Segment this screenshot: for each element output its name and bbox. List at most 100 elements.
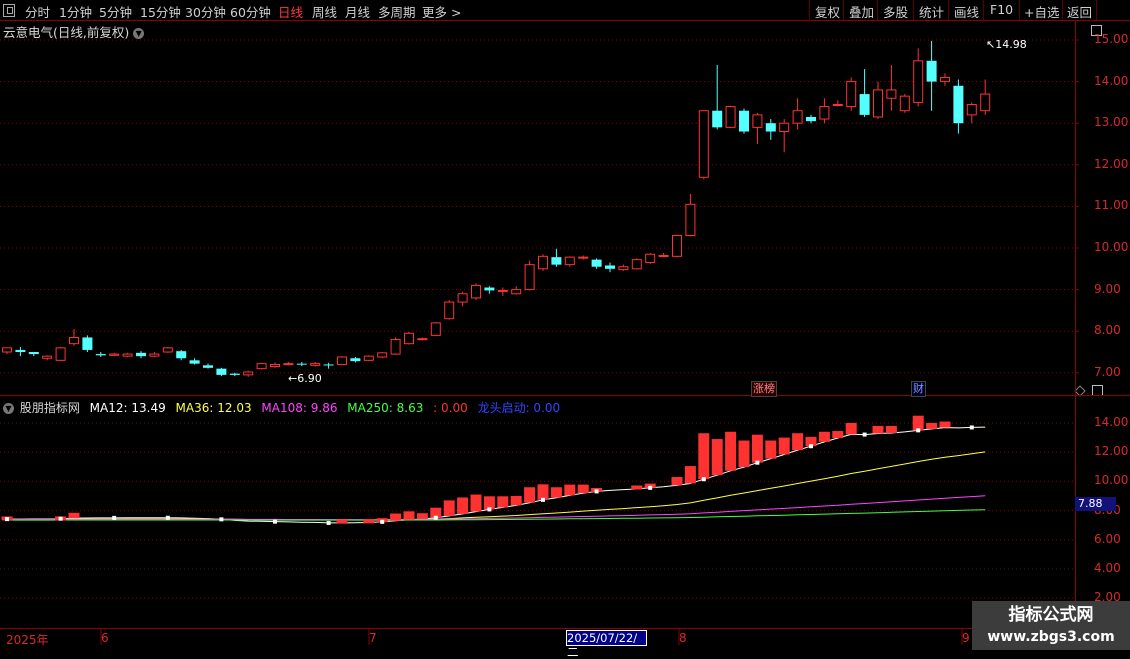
watermark: 指标公式网 www.zbgs3.com	[972, 601, 1130, 650]
candle-body	[82, 337, 93, 350]
candle	[471, 283, 481, 300]
candle-body	[980, 93, 991, 112]
candle	[122, 352, 133, 357]
signal-bar	[684, 466, 696, 484]
candle	[511, 286, 522, 295]
candle-body	[189, 360, 200, 364]
candle	[980, 79, 991, 115]
signal-bar	[390, 513, 402, 521]
price-tick-label: 13.00	[1094, 115, 1129, 130]
candle	[109, 352, 120, 357]
candle-body	[457, 293, 468, 303]
candle	[189, 358, 200, 365]
candle	[69, 329, 79, 346]
candle-body	[283, 363, 294, 366]
indicator-name[interactable]: 股朋指标网	[20, 401, 80, 415]
candle-body	[926, 60, 937, 82]
indicator-tick-label: 4.00	[1094, 561, 1121, 575]
candle	[497, 287, 508, 296]
candle	[940, 73, 950, 86]
candle-body	[792, 110, 803, 124]
candle-body	[578, 256, 589, 259]
candle	[524, 260, 535, 291]
candle-body	[296, 363, 307, 365]
candle	[229, 372, 240, 377]
candle-body	[524, 264, 535, 291]
ma12-dot	[809, 444, 813, 449]
finance-badge[interactable]: 财	[911, 381, 926, 397]
candle-body	[270, 363, 280, 368]
ma12-line	[6, 426, 986, 524]
candle-body	[886, 89, 897, 99]
candle-body	[149, 353, 160, 357]
signal-bar	[470, 494, 482, 512]
candle-body	[337, 356, 347, 365]
dragon-start-value: 龙头启动: 0.00	[477, 401, 561, 415]
candle-body	[591, 259, 602, 267]
ma12-dot	[326, 520, 331, 525]
current-value-tag: 7.88	[1075, 497, 1116, 511]
signal-bar	[564, 484, 576, 496]
candle-body	[42, 355, 53, 359]
candle	[390, 337, 401, 355]
candle	[283, 361, 294, 366]
candle-body	[229, 373, 240, 375]
candle	[832, 100, 843, 107]
candle	[296, 361, 307, 367]
candle-body	[350, 358, 361, 362]
candle	[270, 362, 280, 368]
ma12-dot	[58, 516, 63, 521]
ma12-dot	[433, 515, 438, 520]
cursor-date-box: 2025/07/22/二	[566, 630, 647, 659]
candle-body	[564, 256, 575, 266]
candle-body	[618, 266, 629, 271]
candle	[42, 355, 53, 361]
candle	[216, 367, 227, 377]
ma12-dot	[648, 485, 653, 490]
limit-up-badge[interactable]: 涨榜	[751, 381, 777, 397]
candle	[337, 356, 347, 366]
candle-body	[497, 289, 508, 292]
candle-body	[417, 338, 428, 341]
signal-bar	[68, 512, 80, 519]
signal-bar	[778, 437, 790, 455]
candle-body	[658, 254, 669, 257]
candle-body	[176, 351, 187, 359]
price-tick-label: 12.00	[1094, 156, 1129, 171]
candle-body	[966, 103, 977, 116]
candle	[457, 291, 468, 307]
candle-body	[162, 347, 173, 353]
candle	[698, 110, 709, 180]
candle	[203, 363, 213, 369]
candle	[564, 256, 575, 267]
signal-bar	[698, 433, 710, 480]
indicator-tick-label: 12.00	[1094, 444, 1129, 459]
candle-body	[363, 355, 374, 361]
indicator-menu-icon[interactable]: ▼	[3, 403, 14, 414]
candle-body	[69, 336, 79, 345]
low-marker-label: ←6.90	[288, 372, 322, 385]
candle-body	[832, 103, 843, 106]
signal-bar	[537, 484, 549, 500]
candle	[739, 108, 749, 134]
x-label-july: 7	[369, 631, 377, 645]
candle	[578, 255, 589, 260]
candle-body	[953, 85, 964, 124]
candle	[605, 262, 615, 273]
candle	[2, 347, 12, 355]
ma12-dot	[5, 517, 9, 522]
ma36-value: MA36: 12.03	[175, 401, 252, 415]
candle-body	[873, 89, 883, 118]
candle-body	[243, 371, 254, 376]
candle-body	[109, 353, 120, 356]
kline-chart[interactable]	[0, 0, 1130, 650]
indicator-tick-label: 14.00	[1094, 415, 1129, 429]
candle	[444, 300, 455, 320]
candle-body	[551, 257, 562, 265]
signal-bar	[832, 431, 844, 439]
candle-body	[256, 363, 267, 370]
signal-bar	[725, 431, 737, 471]
candle	[417, 337, 428, 341]
ma36-line	[6, 451, 986, 521]
signal-bar	[792, 433, 804, 451]
